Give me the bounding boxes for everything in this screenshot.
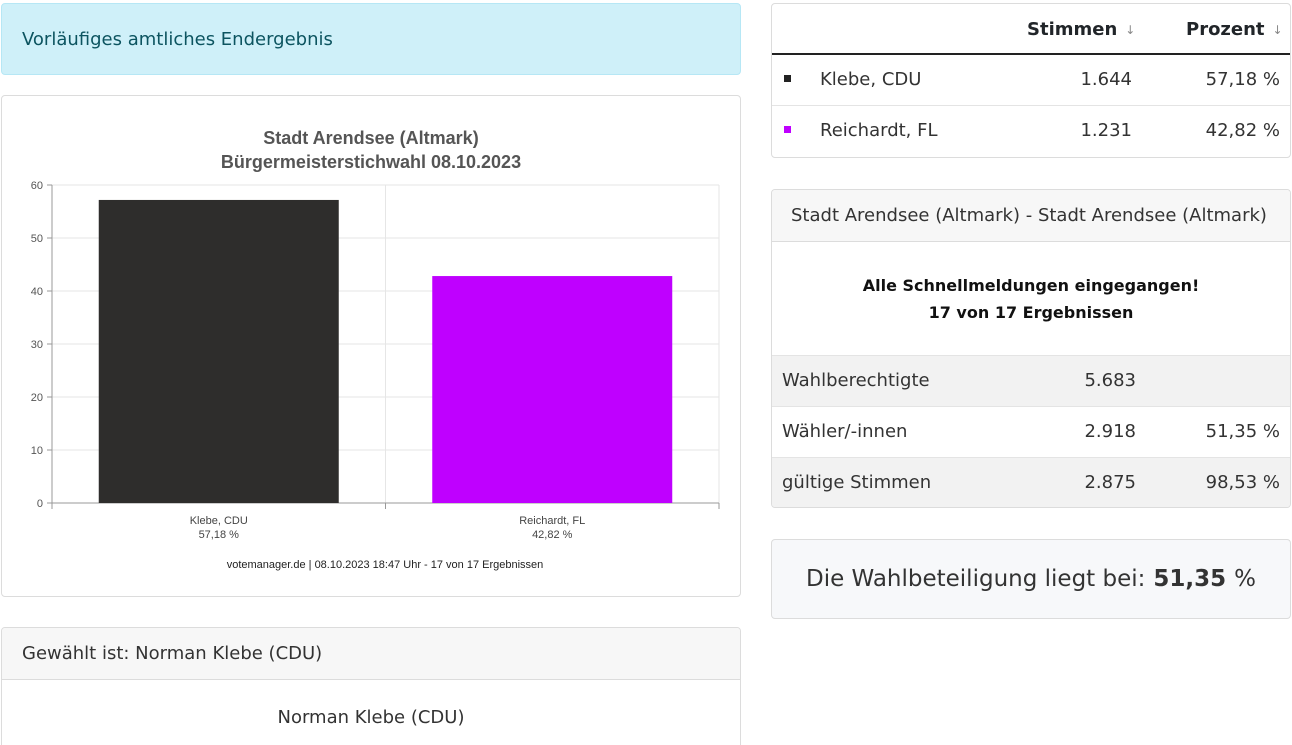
y-tick-label: 20 — [31, 392, 43, 404]
candidate-percent: 42,82 % — [1205, 120, 1280, 141]
x-tick-sublabel: 57,18 % — [199, 529, 240, 541]
candidate-percent: 57,18 % — [1205, 69, 1280, 90]
candidate-name: Klebe, CDU — [820, 69, 922, 90]
status-text: Vorläufiges amtliches Endergebnis — [22, 28, 333, 50]
y-tick-label: 40 — [31, 286, 43, 298]
turnout-prefix: Die Wahlbeteiligung liegt bei: — [805, 566, 1146, 592]
sort-arrow-icon: ↓ — [1125, 22, 1136, 37]
reports-message-line2: 17 von 17 Ergebnissen — [928, 302, 1134, 322]
elected-body: Norman Klebe (CDU) — [2, 680, 740, 745]
elected-card: Gewählt ist: Norman Klebe (CDU) Norman K… — [1, 627, 741, 745]
stat-label: Wähler/-innen — [782, 421, 908, 442]
stat-label: gültige Stimmen — [782, 472, 932, 493]
y-tick-label: 60 — [31, 180, 43, 192]
elected-header: Gewählt ist: Norman Klebe (CDU) — [2, 628, 740, 680]
party-color-swatch — [784, 126, 791, 133]
stat-row-voters: Wähler/-innen 2.918 51,35 % — [772, 406, 1290, 457]
stat-value: 2.918 — [1084, 421, 1136, 442]
chart-card: Stadt Arendsee (Altmark) Bürgermeistersti… — [1, 95, 741, 597]
stat-value: 2.875 — [1084, 472, 1136, 493]
y-tick-label: 30 — [31, 339, 43, 351]
stat-row-valid-votes: gültige Stimmen 2.875 98,53 % — [772, 457, 1290, 507]
sort-votes-header[interactable]: Stimmen ↓ — [1027, 19, 1135, 40]
results-table: Stimmen ↓ Prozent ↓ Klebe, CDU 1.644 57,… — [771, 3, 1291, 158]
elected-name: Norman Klebe (CDU) — [277, 706, 465, 728]
table-row: Reichardt, FL 1.231 42,82 % — [772, 106, 1290, 157]
turnout-unit: % — [1234, 566, 1257, 592]
stat-percent: 51,35 % — [1205, 421, 1280, 442]
municipality-info-card: Stadt Arendsee (Altmark) - Stadt Arendse… — [771, 189, 1291, 508]
status-alert: Vorläufiges amtliches Endergebnis — [1, 3, 741, 75]
x-tick-label: Reichardt, FL — [519, 515, 585, 527]
candidate-votes: 1.644 — [1080, 69, 1132, 90]
y-tick-label: 10 — [31, 445, 43, 457]
elected-header-text: Gewählt ist: Norman Klebe (CDU) — [22, 643, 323, 664]
y-tick-label: 0 — [37, 498, 43, 510]
votes-column-label: Stimmen — [1027, 19, 1118, 40]
reports-message: Alle Schnellmeldungen eingegangen! 17 vo… — [772, 242, 1290, 355]
chart-subtitle: Bürgermeisterstichwahl 08.10.2023 — [221, 152, 521, 172]
results-table-header: Stimmen ↓ Prozent ↓ — [772, 4, 1290, 55]
stat-value: 5.683 — [1084, 370, 1136, 391]
turnout-value: 51,35 — [1153, 566, 1227, 592]
stat-percent: 98,53 % — [1205, 472, 1280, 493]
chart-title: Stadt Arendsee (Altmark) — [263, 128, 478, 148]
info-header: Stadt Arendsee (Altmark) - Stadt Arendse… — [772, 190, 1290, 242]
table-row: Klebe, CDU 1.644 57,18 % — [772, 55, 1290, 106]
y-tick-label: 50 — [31, 233, 43, 245]
results-bar-chart: Stadt Arendsee (Altmark) Bürgermeistersti… — [31, 128, 720, 571]
x-tick-label: Klebe, CDU — [190, 515, 248, 527]
turnout-card: Die Wahlbeteiligung liegt bei: 51,35 % — [771, 539, 1291, 619]
x-tick-sublabel: 42,82 % — [532, 529, 573, 541]
stat-row-eligible: Wahlberechtigte 5.683 — [772, 355, 1290, 406]
sort-arrow-icon: ↓ — [1272, 22, 1283, 37]
bar — [98, 199, 339, 504]
info-header-text: Stadt Arendsee (Altmark) - Stadt Arendse… — [791, 205, 1267, 226]
reports-message-line1: Alle Schnellmeldungen eingegangen! — [862, 275, 1200, 295]
candidate-votes: 1.231 — [1080, 120, 1132, 141]
percent-column-label: Prozent — [1186, 19, 1265, 40]
stat-label: Wahlberechtigte — [782, 370, 930, 391]
candidate-name: Reichardt, FL — [820, 120, 938, 141]
bar — [432, 276, 673, 503]
chart-footer: votemanager.de | 08.10.2023 18:47 Uhr - … — [227, 559, 544, 571]
party-color-swatch — [784, 75, 791, 82]
sort-percent-header[interactable]: Prozent ↓ — [1186, 19, 1283, 40]
